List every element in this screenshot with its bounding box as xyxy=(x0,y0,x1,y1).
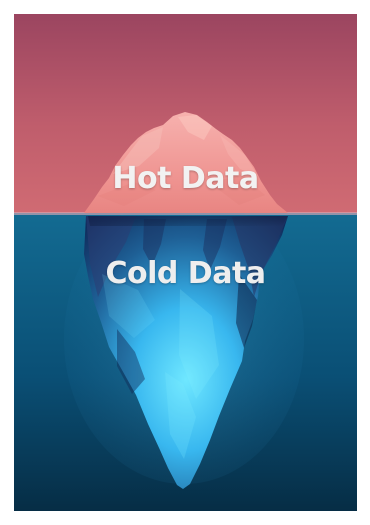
iceberg-illustration: Hot Data Cold Data xyxy=(14,14,357,511)
iceberg-scene xyxy=(14,14,357,511)
